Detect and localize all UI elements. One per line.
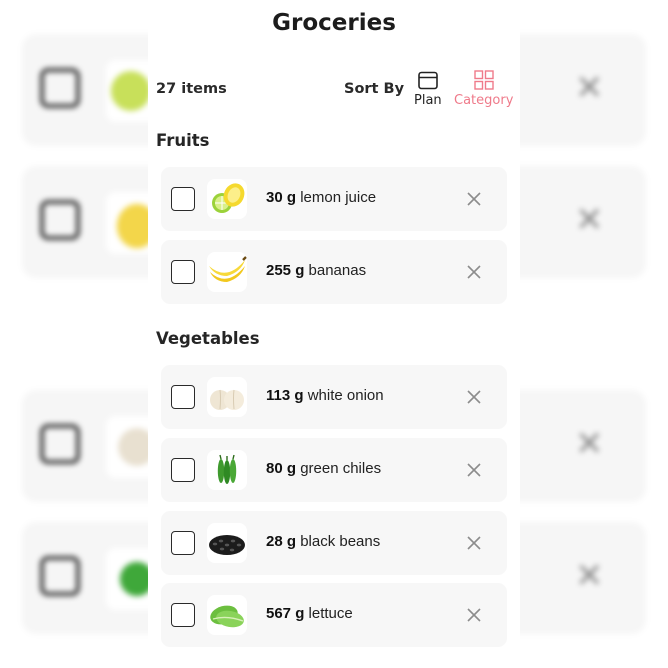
item-quantity: 255 g	[266, 262, 305, 279]
item-text: 255 g bananas	[266, 262, 366, 279]
close-icon[interactable]	[466, 389, 482, 405]
item-checkbox[interactable]	[171, 458, 195, 482]
sort-option-label: Plan	[414, 93, 442, 108]
sort-option-plan[interactable]: Plan	[414, 70, 442, 108]
item-quantity: 567 g	[266, 605, 305, 622]
banana-image	[207, 252, 247, 292]
grocery-item: 255 g bananas	[161, 240, 507, 304]
grocery-item: 567 g lettuce	[161, 583, 507, 647]
item-quantity: 113 g	[266, 387, 304, 404]
item-quantity: 30 g	[266, 189, 297, 206]
close-icon[interactable]	[466, 191, 482, 207]
sort-by-label: Sort By	[344, 81, 405, 97]
close-icon[interactable]	[466, 607, 482, 623]
sort-option-category[interactable]: Category	[454, 70, 513, 108]
item-name: green chiles	[300, 460, 382, 477]
item-text: 567 g lettuce	[266, 605, 353, 622]
groceries-panel: Groceries 27 items Sort By Plan Category…	[148, 0, 520, 668]
grocery-item: 28 g black beans	[161, 511, 507, 575]
sort-option-label: Category	[454, 93, 514, 108]
item-quantity: 80 g	[266, 460, 297, 477]
item-checkbox[interactable]	[171, 187, 195, 211]
item-text: 113 g white onion	[266, 387, 384, 404]
black-beans-image	[207, 523, 247, 563]
item-checkbox[interactable]	[171, 385, 195, 409]
green-chile-image	[207, 450, 247, 490]
section-heading-fruits: Fruits	[156, 131, 210, 150]
item-name: lemon juice	[300, 189, 377, 206]
onion-image	[207, 377, 247, 417]
item-count: 27 items	[156, 81, 227, 97]
item-text: 80 g green chiles	[266, 460, 381, 477]
page-title: Groceries	[272, 10, 396, 36]
item-checkbox[interactable]	[171, 603, 195, 627]
lettuce-image	[207, 595, 247, 635]
grocery-item: 30 g lemon juice	[161, 167, 507, 231]
item-text: 30 g lemon juice	[266, 189, 376, 206]
close-icon[interactable]	[466, 535, 482, 551]
item-text: 28 g black beans	[266, 533, 380, 550]
close-icon[interactable]	[466, 264, 482, 280]
item-checkbox[interactable]	[171, 531, 195, 555]
grocery-item: 80 g green chiles	[161, 438, 507, 502]
calendar-icon	[418, 71, 438, 90]
item-name: black beans	[300, 533, 381, 550]
close-icon[interactable]	[466, 462, 482, 478]
item-quantity: 28 g	[266, 533, 297, 550]
item-name: bananas	[308, 262, 367, 279]
grocery-item: 113 g white onion	[161, 365, 507, 429]
lemon-lime-image	[207, 179, 247, 219]
grid-icon	[473, 70, 494, 90]
item-name: lettuce	[308, 605, 353, 622]
item-checkbox[interactable]	[171, 260, 195, 284]
item-name: white onion	[307, 387, 384, 404]
section-heading-vegetables: Vegetables	[156, 329, 260, 348]
